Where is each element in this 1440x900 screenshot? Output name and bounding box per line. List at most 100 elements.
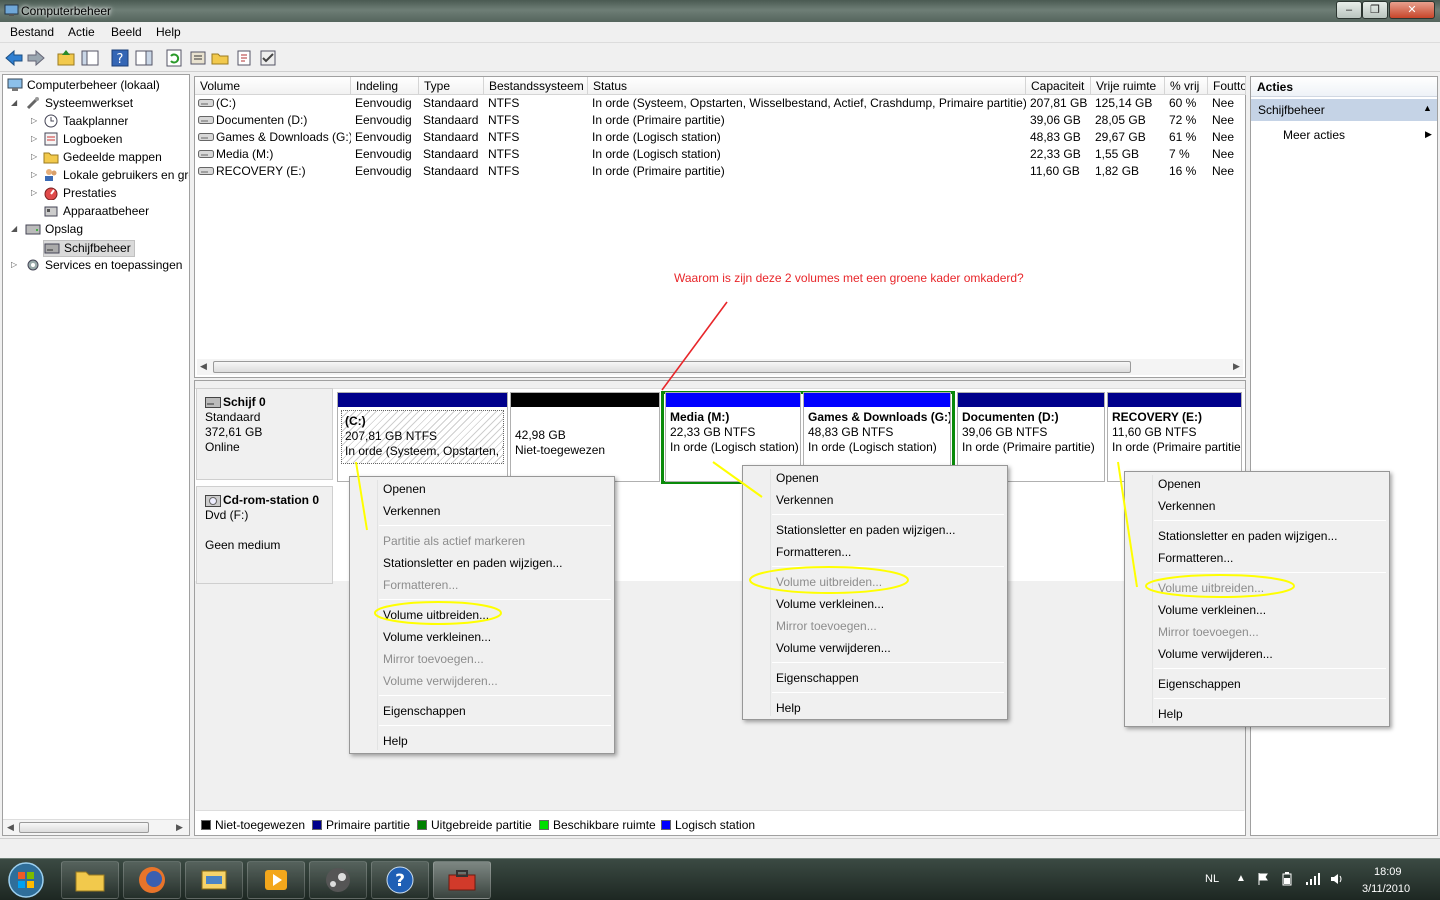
taskbar-help[interactable]: ? — [371, 861, 429, 899]
menu-beeld[interactable]: Beeld — [111, 25, 142, 39]
check-disk-icon[interactable] — [258, 48, 278, 68]
menu-eigenschappen[interactable]: Eigenschappen — [776, 671, 859, 685]
menu-volume-uitbreiden[interactable]: Volume uitbreiden... — [383, 608, 489, 622]
menu-openen[interactable]: Openen — [776, 471, 819, 485]
collapsed-arrow-icon[interactable]: ▷ — [31, 116, 37, 125]
menu-volume-verwijderen[interactable]: Volume verwijderen... — [1158, 647, 1273, 661]
table-row[interactable]: Media (M:) Eenvoudig Standaard NTFS In orde … — [195, 147, 1245, 164]
menu-stationsletter[interactable]: Stationsletter en paden wijzigen... — [1158, 529, 1337, 543]
disk-0-label[interactable]: Schijf 0 Standaard 372,61 GB Online — [196, 388, 333, 480]
forward-arrow-icon[interactable] — [26, 48, 46, 68]
expanded-arrow-icon[interactable]: ◢ — [11, 98, 17, 107]
menu-volume-verwijderen[interactable]: Volume verwijderen... — [776, 641, 891, 655]
menu-volume-verkleinen[interactable]: Volume verkleinen... — [776, 597, 884, 611]
menu-openen[interactable]: Openen — [1158, 477, 1201, 491]
list-horizontal-scrollbar[interactable]: ◀ ▶ — [197, 359, 1243, 375]
help-icon[interactable]: ? — [110, 48, 130, 68]
tree-item-prestaties[interactable]: Prestaties — [43, 186, 116, 203]
column-header-status[interactable]: Status — [588, 77, 1026, 95]
table-row[interactable]: (C:) Eenvoudig Standaard NTFS In orde (Syste… — [195, 96, 1245, 113]
column-header-type[interactable]: Type — [419, 77, 484, 95]
column-header-volume[interactable]: Volume — [195, 77, 351, 95]
menu-help[interactable]: Help — [776, 701, 801, 715]
clock-time[interactable]: 18:09 — [1374, 866, 1402, 878]
close-button[interactable]: ✕ — [1389, 1, 1435, 19]
column-header-vrije-ruimte[interactable]: Vrije ruimte — [1091, 77, 1165, 95]
collapsed-arrow-icon[interactable]: ▷ — [31, 134, 37, 143]
menu-stationsletter[interactable]: Stationsletter en paden wijzigen... — [383, 556, 562, 570]
collapsed-arrow-icon[interactable]: ▷ — [31, 188, 37, 197]
tree-item-computerbeheer[interactable]: Computerbeheer (lokaal) — [7, 78, 160, 95]
wifi-signal-icon[interactable] — [1305, 872, 1321, 886]
menu-eigenschappen[interactable]: Eigenschappen — [383, 704, 466, 718]
show-hidden-icons-arrow-icon[interactable]: ▲ — [1236, 873, 1246, 884]
show-tree-icon[interactable] — [80, 48, 100, 68]
tree-horizontal-scrollbar[interactable]: ◀ ▶ — [3, 819, 189, 835]
taskbar-steam[interactable] — [309, 861, 367, 899]
partition-c[interactable]: (C:) 207,81 GB NTFS In orde (Systeem, Op… — [337, 392, 508, 482]
table-row[interactable]: Documenten (D:) Eenvoudig Standaard NTFS In … — [195, 113, 1245, 130]
menu-actie[interactable]: Actie — [68, 25, 95, 39]
taskbar-firefox[interactable] — [123, 861, 181, 899]
column-header-fouttolerantie[interactable]: Foutto — [1208, 77, 1246, 95]
menu-formatteren[interactable]: Formatteren... — [776, 545, 851, 559]
tree-item-gedeelde-mappen[interactable]: Gedeelde mappen — [43, 150, 162, 167]
show-action-pane-icon[interactable] — [134, 48, 154, 68]
pane-splitter[interactable] — [195, 381, 1245, 389]
menu-volume-verkleinen[interactable]: Volume verkleinen... — [383, 630, 491, 644]
menu-verkennen[interactable]: Verkennen — [1158, 499, 1215, 513]
taskbar-network-app[interactable] — [185, 861, 243, 899]
open-folder-icon[interactable] — [210, 48, 230, 68]
actions-section-schijfbeheer[interactable]: Schijfbeheer ▲ — [1251, 99, 1437, 121]
battery-icon[interactable] — [1280, 872, 1294, 886]
up-folder-icon[interactable] — [56, 48, 76, 68]
menu-eigenschappen[interactable]: Eigenschappen — [1158, 677, 1241, 691]
action-center-flag-icon[interactable] — [1256, 872, 1270, 886]
tree-item-opslag[interactable]: Opslag — [25, 222, 83, 239]
scroll-thumb[interactable] — [213, 361, 1131, 373]
tree-item-logboeken[interactable]: Logboeken — [43, 132, 122, 149]
collapse-arrow-icon[interactable]: ▲ — [1423, 103, 1432, 113]
table-row[interactable]: RECOVERY (E:) Eenvoudig Standaard NTFS In or… — [195, 164, 1245, 181]
clock-date[interactable]: 3/11/2010 — [1362, 883, 1410, 895]
collapsed-arrow-icon[interactable]: ▷ — [31, 152, 37, 161]
collapsed-arrow-icon[interactable]: ▷ — [11, 260, 17, 269]
start-button-icon[interactable] — [6, 861, 46, 899]
refresh-icon[interactable] — [164, 48, 184, 68]
scroll-right-icon[interactable]: ▶ — [1233, 361, 1240, 372]
tree-item-services[interactable]: Services en toepassingen — [25, 258, 182, 275]
menu-bestand[interactable]: Bestand — [10, 25, 54, 39]
export-icon[interactable] — [234, 48, 254, 68]
menu-verkennen[interactable]: Verkennen — [383, 504, 440, 518]
menu-help[interactable]: Help — [156, 25, 181, 39]
language-indicator[interactable]: NL — [1205, 873, 1219, 885]
restore-button[interactable]: ❐ — [1362, 1, 1388, 19]
expanded-arrow-icon[interactable]: ◢ — [11, 224, 17, 233]
title-bar[interactable]: Computerbeheer – ❐ ✕ — [0, 0, 1440, 22]
properties-icon[interactable] — [188, 48, 208, 68]
tree-item-schijfbeheer[interactable]: Schijfbeheer — [43, 240, 135, 257]
menu-openen[interactable]: Openen — [383, 482, 426, 496]
menu-verkennen[interactable]: Verkennen — [776, 493, 833, 507]
scroll-left-icon[interactable]: ◀ — [7, 822, 14, 833]
tree-item-taakplanner[interactable]: Taakplanner — [43, 114, 128, 131]
taskbar-computerbeheer[interactable] — [433, 861, 491, 899]
column-header-capaciteit[interactable]: Capaciteit — [1026, 77, 1091, 95]
column-header-indeling[interactable]: Indeling — [351, 77, 419, 95]
cdrom-0-label[interactable]: Cd-rom-station 0 Dvd (F:) Geen medium — [196, 486, 333, 584]
tree-item-apparaatbeheer[interactable]: Apparaatbeheer — [43, 204, 149, 221]
back-arrow-icon[interactable] — [4, 48, 24, 68]
tree-item-lokale-gebruikers[interactable]: Lokale gebruikers en groepen — [43, 168, 189, 185]
taskbar-media-player[interactable] — [247, 861, 305, 899]
scroll-right-icon[interactable]: ▶ — [176, 822, 183, 833]
taskbar-explorer[interactable] — [61, 861, 119, 899]
scroll-left-icon[interactable]: ◀ — [200, 361, 207, 372]
actions-more[interactable]: Meer acties ▶ — [1251, 125, 1437, 145]
column-header-procent-vrij[interactable]: % vrij — [1165, 77, 1208, 95]
partition-e[interactable]: RECOVERY (E:) 11,60 GB NTFS In orde (Pri… — [1107, 392, 1242, 482]
menu-formatteren[interactable]: Formatteren... — [1158, 551, 1233, 565]
minimize-button[interactable]: – — [1336, 1, 1362, 19]
scroll-thumb[interactable] — [19, 822, 149, 833]
collapsed-arrow-icon[interactable]: ▷ — [31, 170, 37, 179]
menu-help[interactable]: Help — [1158, 707, 1183, 721]
